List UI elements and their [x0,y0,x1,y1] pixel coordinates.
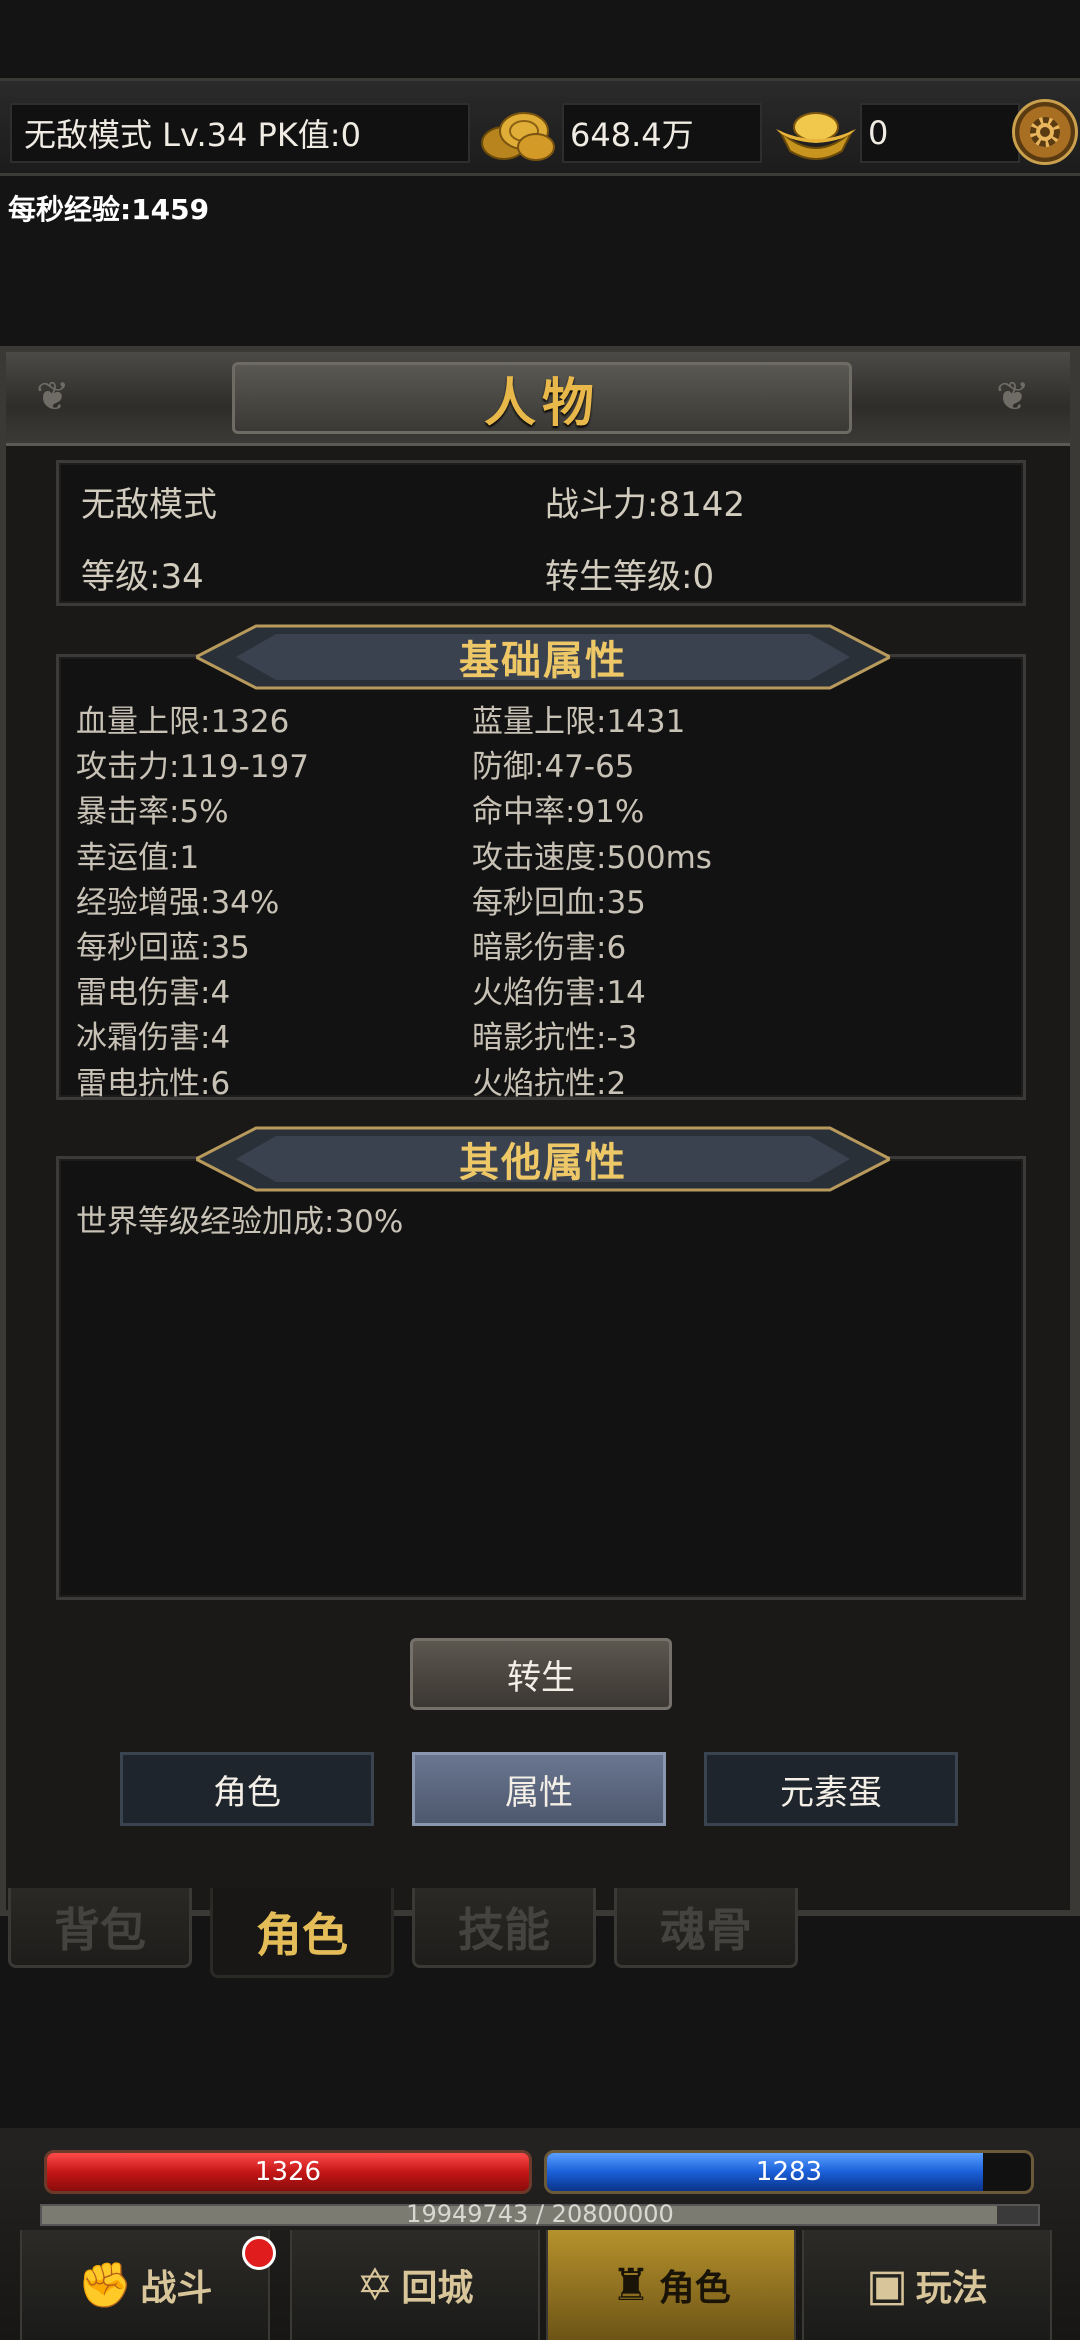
hp-bar: 1326 [44,2150,532,2194]
basic-stat: 蓝量上限:1431 [472,704,686,740]
nav-return-city[interactable]: ✡ 回城 [290,2230,540,2340]
other-stat-world-exp: 世界等级经验加成:30% [76,1204,404,1240]
basic-stat: 攻击速度:500ms [472,839,712,876]
basic-stat: 火焰抗性:2 [472,1065,627,1102]
subtab-attributes[interactable]: 属性 [412,1752,666,1826]
basic-stat: 经验增强:34% [76,884,280,921]
helmet-icon: ♜ [611,2259,651,2311]
summary-box: 无敌模式 战斗力:8142 等级:34 转生等级:0 [56,460,1026,606]
basic-stat: 血量上限:1326 [76,704,290,740]
top-status-bar: 无敌模式 Lv.34 PK值:0 648.4万 0 [0,78,1080,176]
lower-tab-skills[interactable]: 技能 [412,1888,596,1968]
nav-battle-label: 战斗 [140,2268,213,2309]
rebirth-button[interactable]: 转生 [410,1638,672,1710]
exp-per-second: 每秒经验:1459 [8,193,210,226]
header-plate: 人物 [232,362,852,434]
nav-character[interactable]: ♜ 角色 [546,2230,796,2340]
gold-coin-icon [481,112,555,161]
basic-stat: 幸运值:1 [76,839,200,876]
lower-tab-role[interactable]: 角色 [210,1888,394,1978]
nav-gameplay-label: 玩法 [915,2268,988,2309]
chest-icon: ▣ [866,2259,908,2311]
basic-attributes-title: 基础属性 [459,638,627,684]
mode-level-label: 无敌模式 Lv.34 PK值:0 [10,103,470,163]
basic-stat: 攻击力:119-197 [76,749,309,786]
nav-battle[interactable]: ✊ 战斗 [20,2230,270,2340]
settings-gear-icon[interactable] [1012,99,1078,165]
left-ornament-icon: ❦ [36,374,70,420]
subtab-role[interactable]: 角色 [120,1752,374,1826]
basic-stat: 每秒回血:35 [472,884,646,921]
basic-stat: 暗影抗性:-3 [472,1020,638,1057]
basic-stat: 雷电抗性:6 [76,1065,231,1102]
panel-title: 人物 [483,373,600,434]
player-name: 无敌模式 [81,485,217,525]
lower-tab-bag[interactable]: 背包 [8,1888,192,1968]
nav-character-label: 角色 [658,2268,731,2309]
basic-stat: 暴击率:5% [76,794,229,831]
exp-value: 19949743 / 20800000 [406,2200,674,2228]
basic-stat: 暗影伤害:6 [472,930,627,966]
right-ornament-icon: ❦ [996,374,1030,420]
basic-attributes-ribbon: 基础属性 [196,624,890,690]
basic-stat: 防御:47-65 [472,749,635,786]
basic-stat: 冰霜伤害:4 [76,1020,231,1057]
notification-dot [242,2236,276,2270]
gold-amount: 648.4万 [562,103,762,163]
combat-power: 战斗力:8142 [545,485,745,525]
nav-gameplay[interactable]: ▣ 玩法 [802,2230,1052,2340]
basic-stat: 命中率:91% [472,794,645,831]
player-level: 等级:34 [81,557,204,597]
panel-header: ❦ 人物 ❦ [6,352,1070,446]
rebirth-level: 转生等级:0 [545,557,715,597]
mp-value: 1283 [755,2157,823,2187]
basic-stat: 每秒回蓝:35 [76,930,250,966]
gold-ingot-icon [776,112,856,160]
fist-icon: ✊ [77,2260,133,2311]
ingot-amount: 0 [860,103,1020,163]
portal-icon: ✡ [356,2259,394,2311]
lower-tab-soul-bone[interactable]: 魂骨 [614,1888,798,1968]
basic-stat: 火焰伤害:14 [472,975,646,1012]
mp-bar: 1283 [544,2150,1034,2194]
other-attributes-ribbon: 其他属性 [196,1126,890,1192]
other-attributes-title: 其他属性 [459,1140,627,1186]
nav-return-label: 回城 [401,2268,474,2309]
subtab-element-egg[interactable]: 元素蛋 [704,1752,958,1826]
basic-stat: 雷电伤害:4 [76,975,231,1012]
